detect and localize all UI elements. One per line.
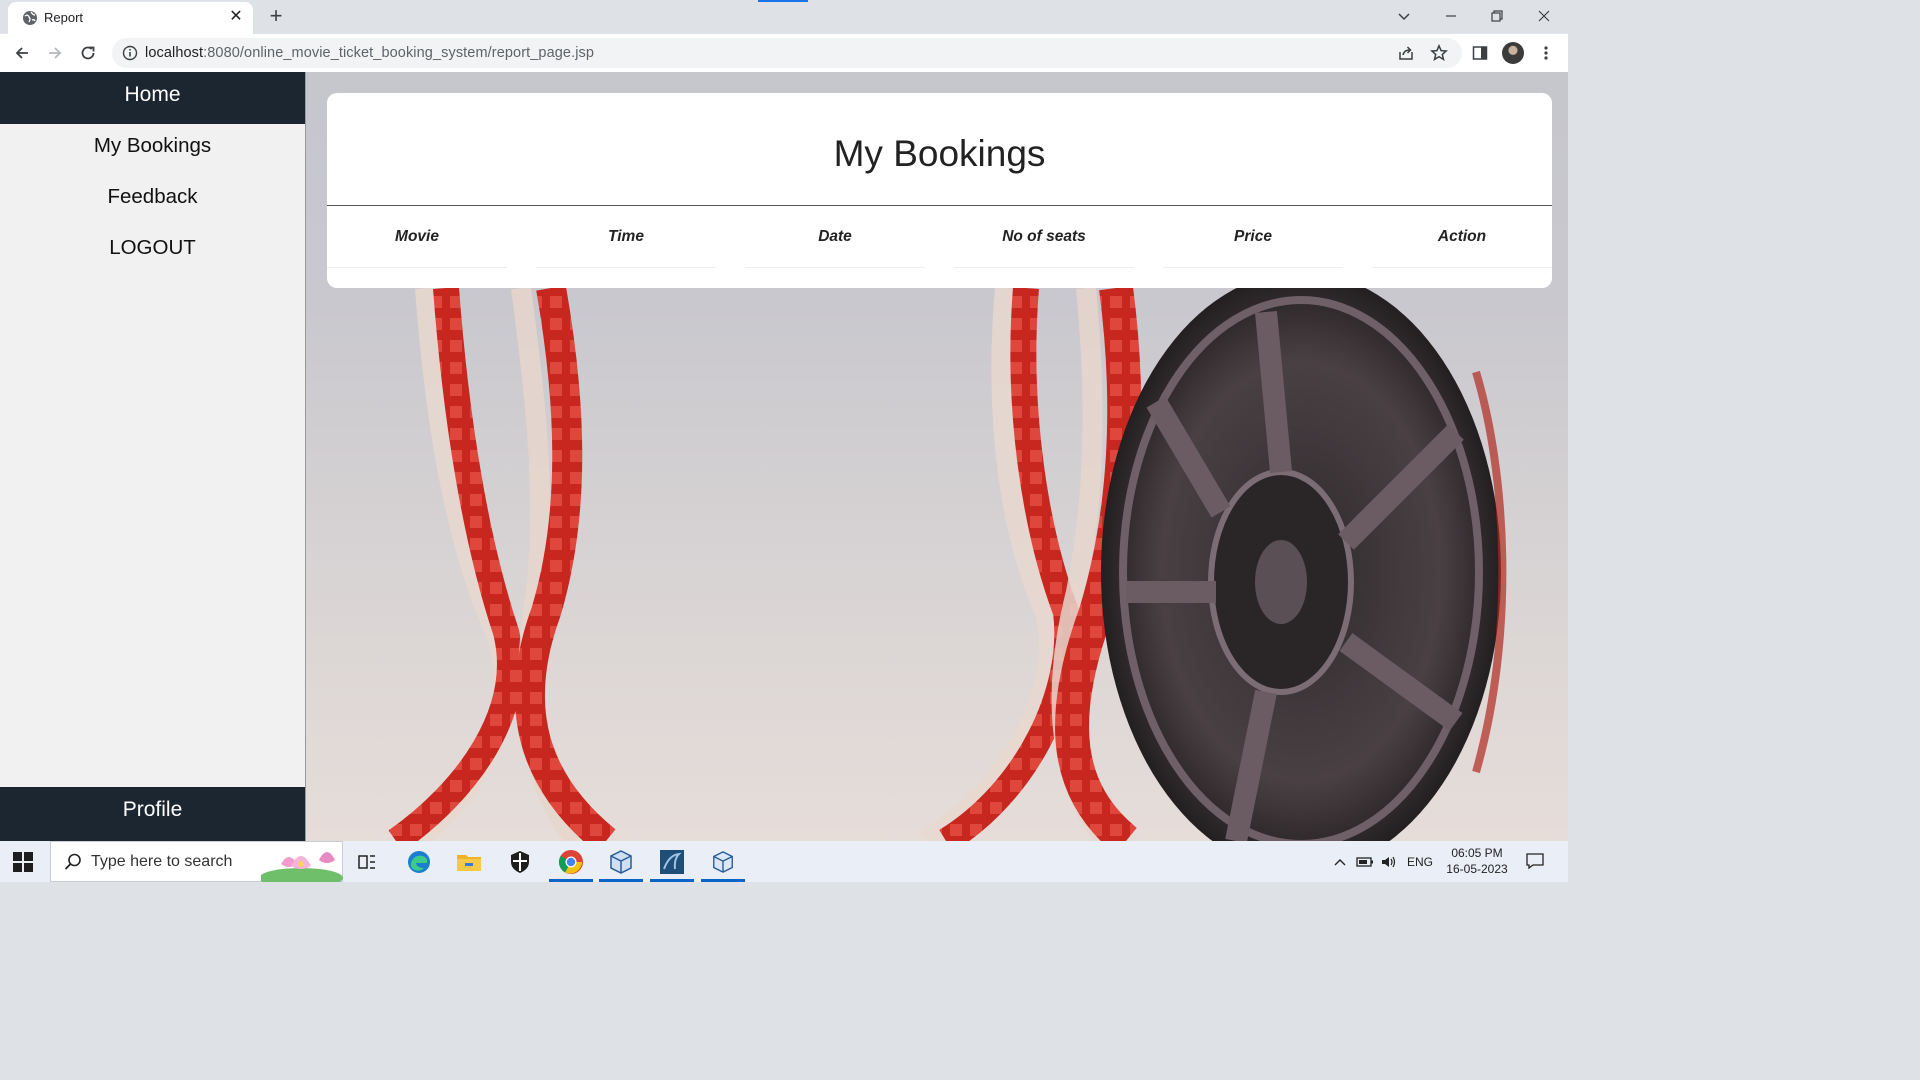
battery-icon[interactable] (1355, 853, 1375, 871)
minimize-icon[interactable] (1436, 4, 1466, 28)
star-icon[interactable] (1429, 44, 1449, 62)
sidebar-item-my-bookings[interactable]: My Bookings (0, 126, 305, 166)
close-icon[interactable]: ✕ (227, 8, 245, 26)
share-icon[interactable] (1396, 44, 1416, 62)
chevron-up-icon[interactable] (1331, 853, 1349, 871)
task-view-icon[interactable] (343, 841, 391, 882)
column-header-seats: No of seats (1002, 228, 1086, 245)
url-path: :8080/online_movie_ticket_booking_system… (203, 45, 595, 61)
volume-icon[interactable] (1378, 853, 1400, 871)
mysql-icon[interactable] (648, 841, 696, 882)
language-indicator[interactable]: ENG (1404, 853, 1436, 871)
windows-taskbar: Type here to search ENG 06:05 PM 16-05-2… (0, 841, 1568, 882)
browser-tab-strip: Report ✕ + (0, 0, 1568, 34)
info-icon[interactable] (122, 45, 138, 61)
column-header-date: Date (818, 228, 852, 245)
browser-tab-report[interactable]: Report ✕ (8, 2, 253, 34)
taskbar-clock[interactable]: 06:05 PM 16-05-2023 (1442, 845, 1512, 877)
chrome-icon[interactable] (547, 841, 595, 882)
security-icon[interactable] (496, 841, 544, 882)
forward-icon[interactable] (42, 41, 68, 65)
reload-icon[interactable] (75, 41, 101, 65)
header-underline (536, 267, 716, 268)
sidebar-item-profile[interactable]: Profile (0, 787, 305, 841)
column-header-action: Action (1437, 228, 1487, 245)
restore-icon[interactable] (1482, 4, 1512, 28)
notification-icon[interactable] (1523, 852, 1547, 870)
header-underline (745, 267, 925, 268)
clock-date: 16-05-2023 (1446, 862, 1508, 876)
chevron-down-icon[interactable] (1389, 4, 1419, 28)
clock-time: 06:05 PM (1451, 846, 1503, 860)
sidebar-item-home[interactable]: Home (0, 72, 305, 124)
column-header-movie: Movie (395, 228, 439, 245)
lotus-illustration (261, 852, 343, 882)
tab-strip-indicator (758, 0, 808, 2)
close-window-icon[interactable] (1529, 4, 1559, 28)
page-title: My Bookings (833, 133, 1046, 174)
address-bar[interactable]: localhost:8080/online_movie_ticket_booki… (112, 38, 1462, 68)
globe-icon (23, 11, 37, 25)
bookings-card: My Bookings Movie Time Date No of seats … (327, 93, 1552, 288)
page-viewport: Home My Bookings Feedback LOGOUT Profile… (0, 72, 1568, 841)
search-icon (64, 853, 81, 870)
title-divider (327, 205, 1552, 206)
side-panel-icon[interactable] (1470, 43, 1490, 63)
header-underline (327, 267, 507, 268)
column-header-time: Time (608, 228, 644, 245)
profile-avatar[interactable] (1502, 42, 1524, 64)
header-underline (1372, 267, 1552, 268)
sidebar-item-feedback[interactable]: Feedback (0, 177, 305, 217)
cube-icon[interactable] (699, 841, 747, 882)
column-header-price: Price (1234, 228, 1272, 245)
taskbar-search[interactable]: Type here to search (50, 841, 343, 882)
plus-icon[interactable]: + (264, 5, 288, 29)
back-icon[interactable] (9, 41, 35, 65)
menu-icon[interactable] (1536, 43, 1556, 63)
search-placeholder: Type here to search (91, 853, 233, 870)
file-explorer-icon[interactable] (445, 841, 493, 882)
url-host: localhost (145, 45, 204, 61)
browser-toolbar: localhost:8080/online_movie_ticket_booki… (0, 34, 1568, 72)
sidebar-item-logout[interactable]: LOGOUT (0, 228, 305, 268)
header-underline (1163, 267, 1343, 268)
url-text: localhost:8080/online_movie_ticket_booki… (145, 45, 594, 61)
tab-title: Report (44, 10, 84, 25)
cube-icon[interactable] (597, 841, 645, 882)
header-underline (954, 267, 1134, 268)
edge-icon[interactable] (395, 841, 443, 882)
windows-icon[interactable] (12, 851, 34, 873)
sidebar: Home My Bookings Feedback LOGOUT Profile (0, 72, 306, 841)
